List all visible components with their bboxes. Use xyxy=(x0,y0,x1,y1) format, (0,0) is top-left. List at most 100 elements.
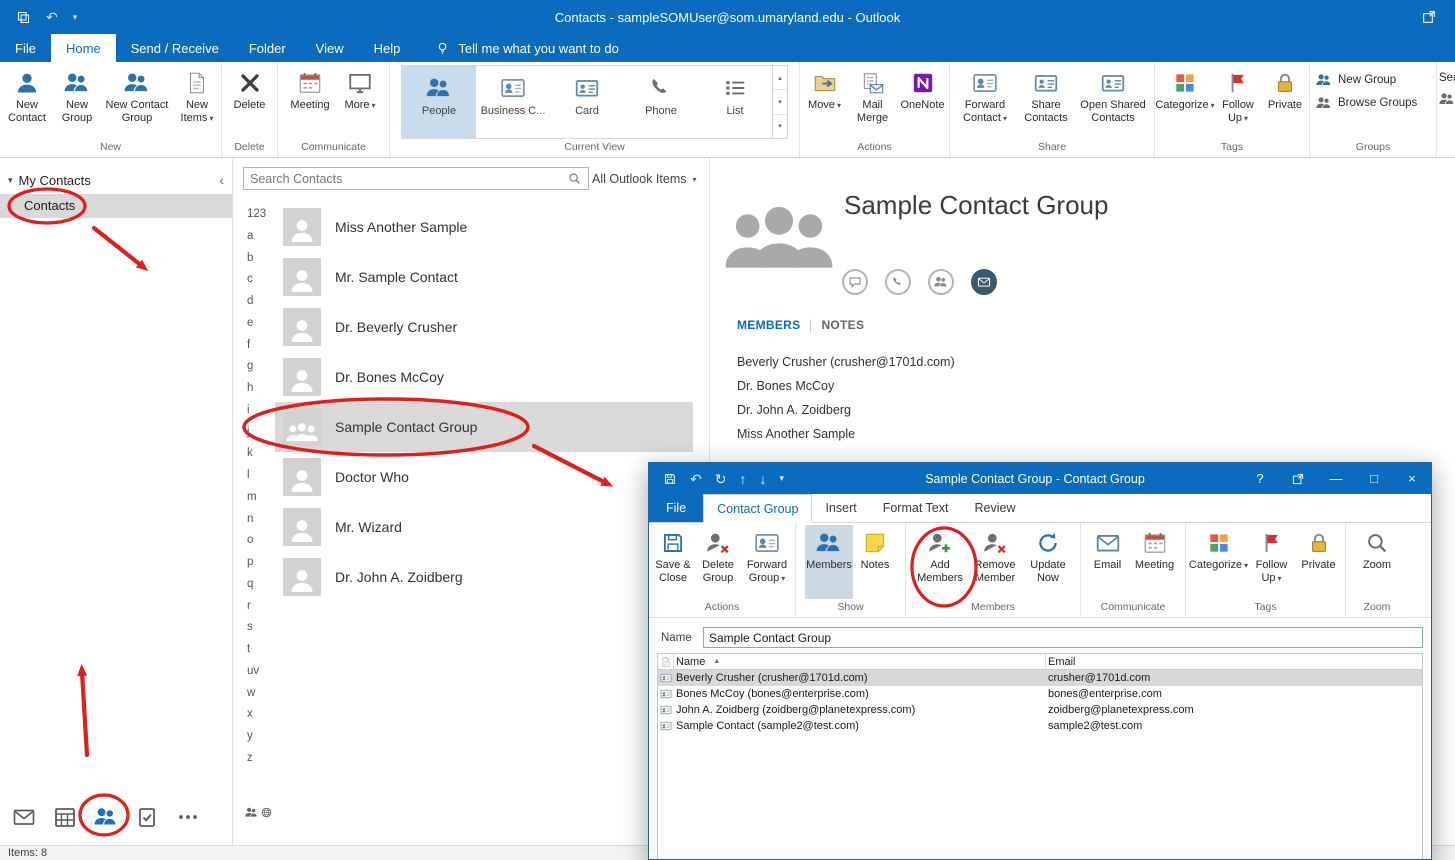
contact-list-item[interactable]: Miss Another Sample xyxy=(275,202,693,252)
follow-up-button[interactable]: Follow Up▾ xyxy=(1214,65,1262,139)
member-link[interactable]: Miss Another Sample xyxy=(737,422,955,446)
view-tile-list[interactable]: List xyxy=(698,66,772,138)
new-contact-group-button[interactable]: New Contact Group xyxy=(101,65,173,139)
search-people-button[interactable]: Search People xyxy=(1439,72,1455,84)
more-nav-icon[interactable] xyxy=(176,805,200,829)
follow-up-button[interactable]: Follow Up▾ xyxy=(1248,525,1296,599)
tab-members[interactable]: MEMBERS xyxy=(737,318,800,332)
previous-item-icon[interactable]: ↑ xyxy=(739,472,746,486)
alphabet-globe[interactable] xyxy=(245,806,273,819)
email-action-button[interactable] xyxy=(971,269,997,295)
save-icon[interactable] xyxy=(663,472,677,486)
search-input[interactable] xyxy=(244,172,567,186)
tab-send-receive[interactable]: Send / Receive xyxy=(116,34,234,62)
member-link[interactable]: Dr. Bones McCoy xyxy=(737,374,955,398)
tasks-nav-icon[interactable] xyxy=(135,805,159,829)
delete-button[interactable]: Delete xyxy=(225,65,275,139)
next-item-icon[interactable]: ↓ xyxy=(759,472,766,486)
tab-folder[interactable]: Folder xyxy=(234,34,301,62)
tab-notes[interactable]: NOTES xyxy=(821,318,864,332)
update-now-button[interactable]: Update Now xyxy=(1023,525,1073,599)
alphabet-letter[interactable]: r xyxy=(247,600,269,612)
help-button[interactable]: ? xyxy=(1241,463,1279,494)
more-button[interactable]: More▾ xyxy=(337,65,383,139)
dialog-tab-insert[interactable]: Insert xyxy=(812,494,869,522)
alphabet-letter[interactable]: s xyxy=(247,621,269,633)
new-items-button[interactable]: New Items▾ xyxy=(174,65,220,139)
alphabet-letter[interactable]: j xyxy=(247,426,269,438)
search-icon[interactable] xyxy=(567,171,582,186)
save-close-button[interactable]: Save & Close xyxy=(651,525,695,599)
tell-me-box[interactable]: Tell me what you want to do xyxy=(435,34,618,62)
minimize-button[interactable]: — xyxy=(1317,463,1355,494)
group-name-input[interactable] xyxy=(703,627,1423,648)
meeting-button[interactable]: Meeting xyxy=(1130,525,1180,599)
new-group-button[interactable]: New Group xyxy=(54,65,100,139)
forward-group-button[interactable]: Forward Group▾ xyxy=(741,525,793,599)
dialog-tab-contact-group[interactable]: Contact Group xyxy=(703,494,812,523)
onenote-button[interactable]: OneNote xyxy=(898,65,948,139)
contact-list-item[interactable]: Mr. Wizard xyxy=(275,502,693,552)
new-contact-button[interactable]: New Contact xyxy=(1,65,53,139)
scope-dropdown[interactable]: All Outlook Items ▾ xyxy=(592,169,705,189)
new-group-small-button[interactable]: New Group xyxy=(1316,72,1396,88)
member-table-row[interactable]: Bones McCoy (bones@enterprise.com) bones… xyxy=(658,686,1422,702)
qat-customize-icon[interactable]: ▾ xyxy=(779,474,784,483)
gallery-more-icon[interactable]: ▾ xyxy=(773,115,787,138)
alphabet-letter[interactable]: a xyxy=(247,230,269,242)
contact-list-item[interactable]: Dr. Beverly Crusher xyxy=(275,302,693,352)
categorize-button[interactable]: Categorize▾ xyxy=(1157,65,1213,139)
sidebar-folder-contacts[interactable]: Contacts xyxy=(0,194,232,218)
dialog-tab-format-text[interactable]: Format Text xyxy=(870,494,962,522)
alphabet-letter[interactable]: o xyxy=(247,534,269,546)
browse-groups-button[interactable]: Browse Groups xyxy=(1316,95,1417,111)
alphabet-letter[interactable]: uv xyxy=(247,665,269,677)
alphabet-letter[interactable]: i xyxy=(247,404,269,416)
tab-view[interactable]: View xyxy=(301,34,359,62)
alphabet-letter[interactable]: f xyxy=(247,339,269,351)
member-link[interactable]: Dr. John A. Zoidberg xyxy=(737,398,955,422)
undo-icon[interactable]: ↶ xyxy=(690,472,702,486)
delete-group-button[interactable]: Delete Group xyxy=(696,525,740,599)
call-action-button[interactable] xyxy=(885,269,911,295)
email-button[interactable]: Email xyxy=(1087,525,1129,599)
view-tile-card[interactable]: Card xyxy=(550,66,624,138)
popout-icon[interactable] xyxy=(1421,9,1437,25)
expand-triangle-icon[interactable]: ▾ xyxy=(8,175,13,186)
alphabet-letter[interactable]: n xyxy=(247,513,269,525)
mail-merge-button[interactable]: Mail Merge xyxy=(849,65,897,139)
calendar-nav-icon[interactable] xyxy=(53,805,77,829)
forward-contact-button[interactable]: Forward Contact▾ xyxy=(954,65,1016,139)
people-action-button[interactable] xyxy=(928,269,954,295)
tab-help[interactable]: Help xyxy=(359,34,416,62)
maximize-button[interactable]: □ xyxy=(1355,463,1393,494)
tab-file[interactable]: File xyxy=(0,34,51,62)
qat-customize-icon[interactable]: ▾ xyxy=(73,13,78,22)
layers-icon[interactable] xyxy=(16,10,31,25)
gallery-down-icon[interactable]: ▾ xyxy=(773,90,787,114)
tab-home[interactable]: Home xyxy=(51,34,116,62)
contact-list-item[interactable]: Dr. Bones McCoy xyxy=(275,352,693,402)
alphabet-letter[interactable]: z xyxy=(247,752,269,764)
alphabet-letter[interactable]: d xyxy=(247,295,269,307)
alphabet-letter[interactable]: 123 xyxy=(247,208,269,220)
private-button[interactable]: Private xyxy=(1297,525,1341,599)
close-button[interactable]: × xyxy=(1393,463,1431,494)
share-contacts-button[interactable]: Share Contacts xyxy=(1017,65,1075,139)
alphabet-letter[interactable]: t xyxy=(247,643,269,655)
column-header-name[interactable]: Name▲ xyxy=(674,654,1046,669)
notes-view-button[interactable]: Notes xyxy=(854,525,896,599)
add-members-button[interactable]: Add Members xyxy=(913,525,967,599)
alphabet-letter[interactable]: g xyxy=(247,360,269,372)
undo-icon[interactable]: ↶ xyxy=(46,10,58,24)
chat-action-button[interactable] xyxy=(842,269,868,295)
view-tile-business-card[interactable]: Business C... xyxy=(476,66,550,138)
move-button[interactable]: Move▾ xyxy=(802,65,848,139)
people-nav-icon[interactable] xyxy=(94,805,118,829)
private-button[interactable]: Private xyxy=(1263,65,1307,139)
gallery-up-icon[interactable]: ▴ xyxy=(773,66,787,90)
popout-icon[interactable] xyxy=(1291,472,1305,486)
member-table-row[interactable]: John A. Zoidberg (zoidberg@planetexpress… xyxy=(658,702,1422,718)
alphabet-letter[interactable]: b xyxy=(247,252,269,264)
members-table-header[interactable]: Name▲ Email xyxy=(658,654,1422,670)
